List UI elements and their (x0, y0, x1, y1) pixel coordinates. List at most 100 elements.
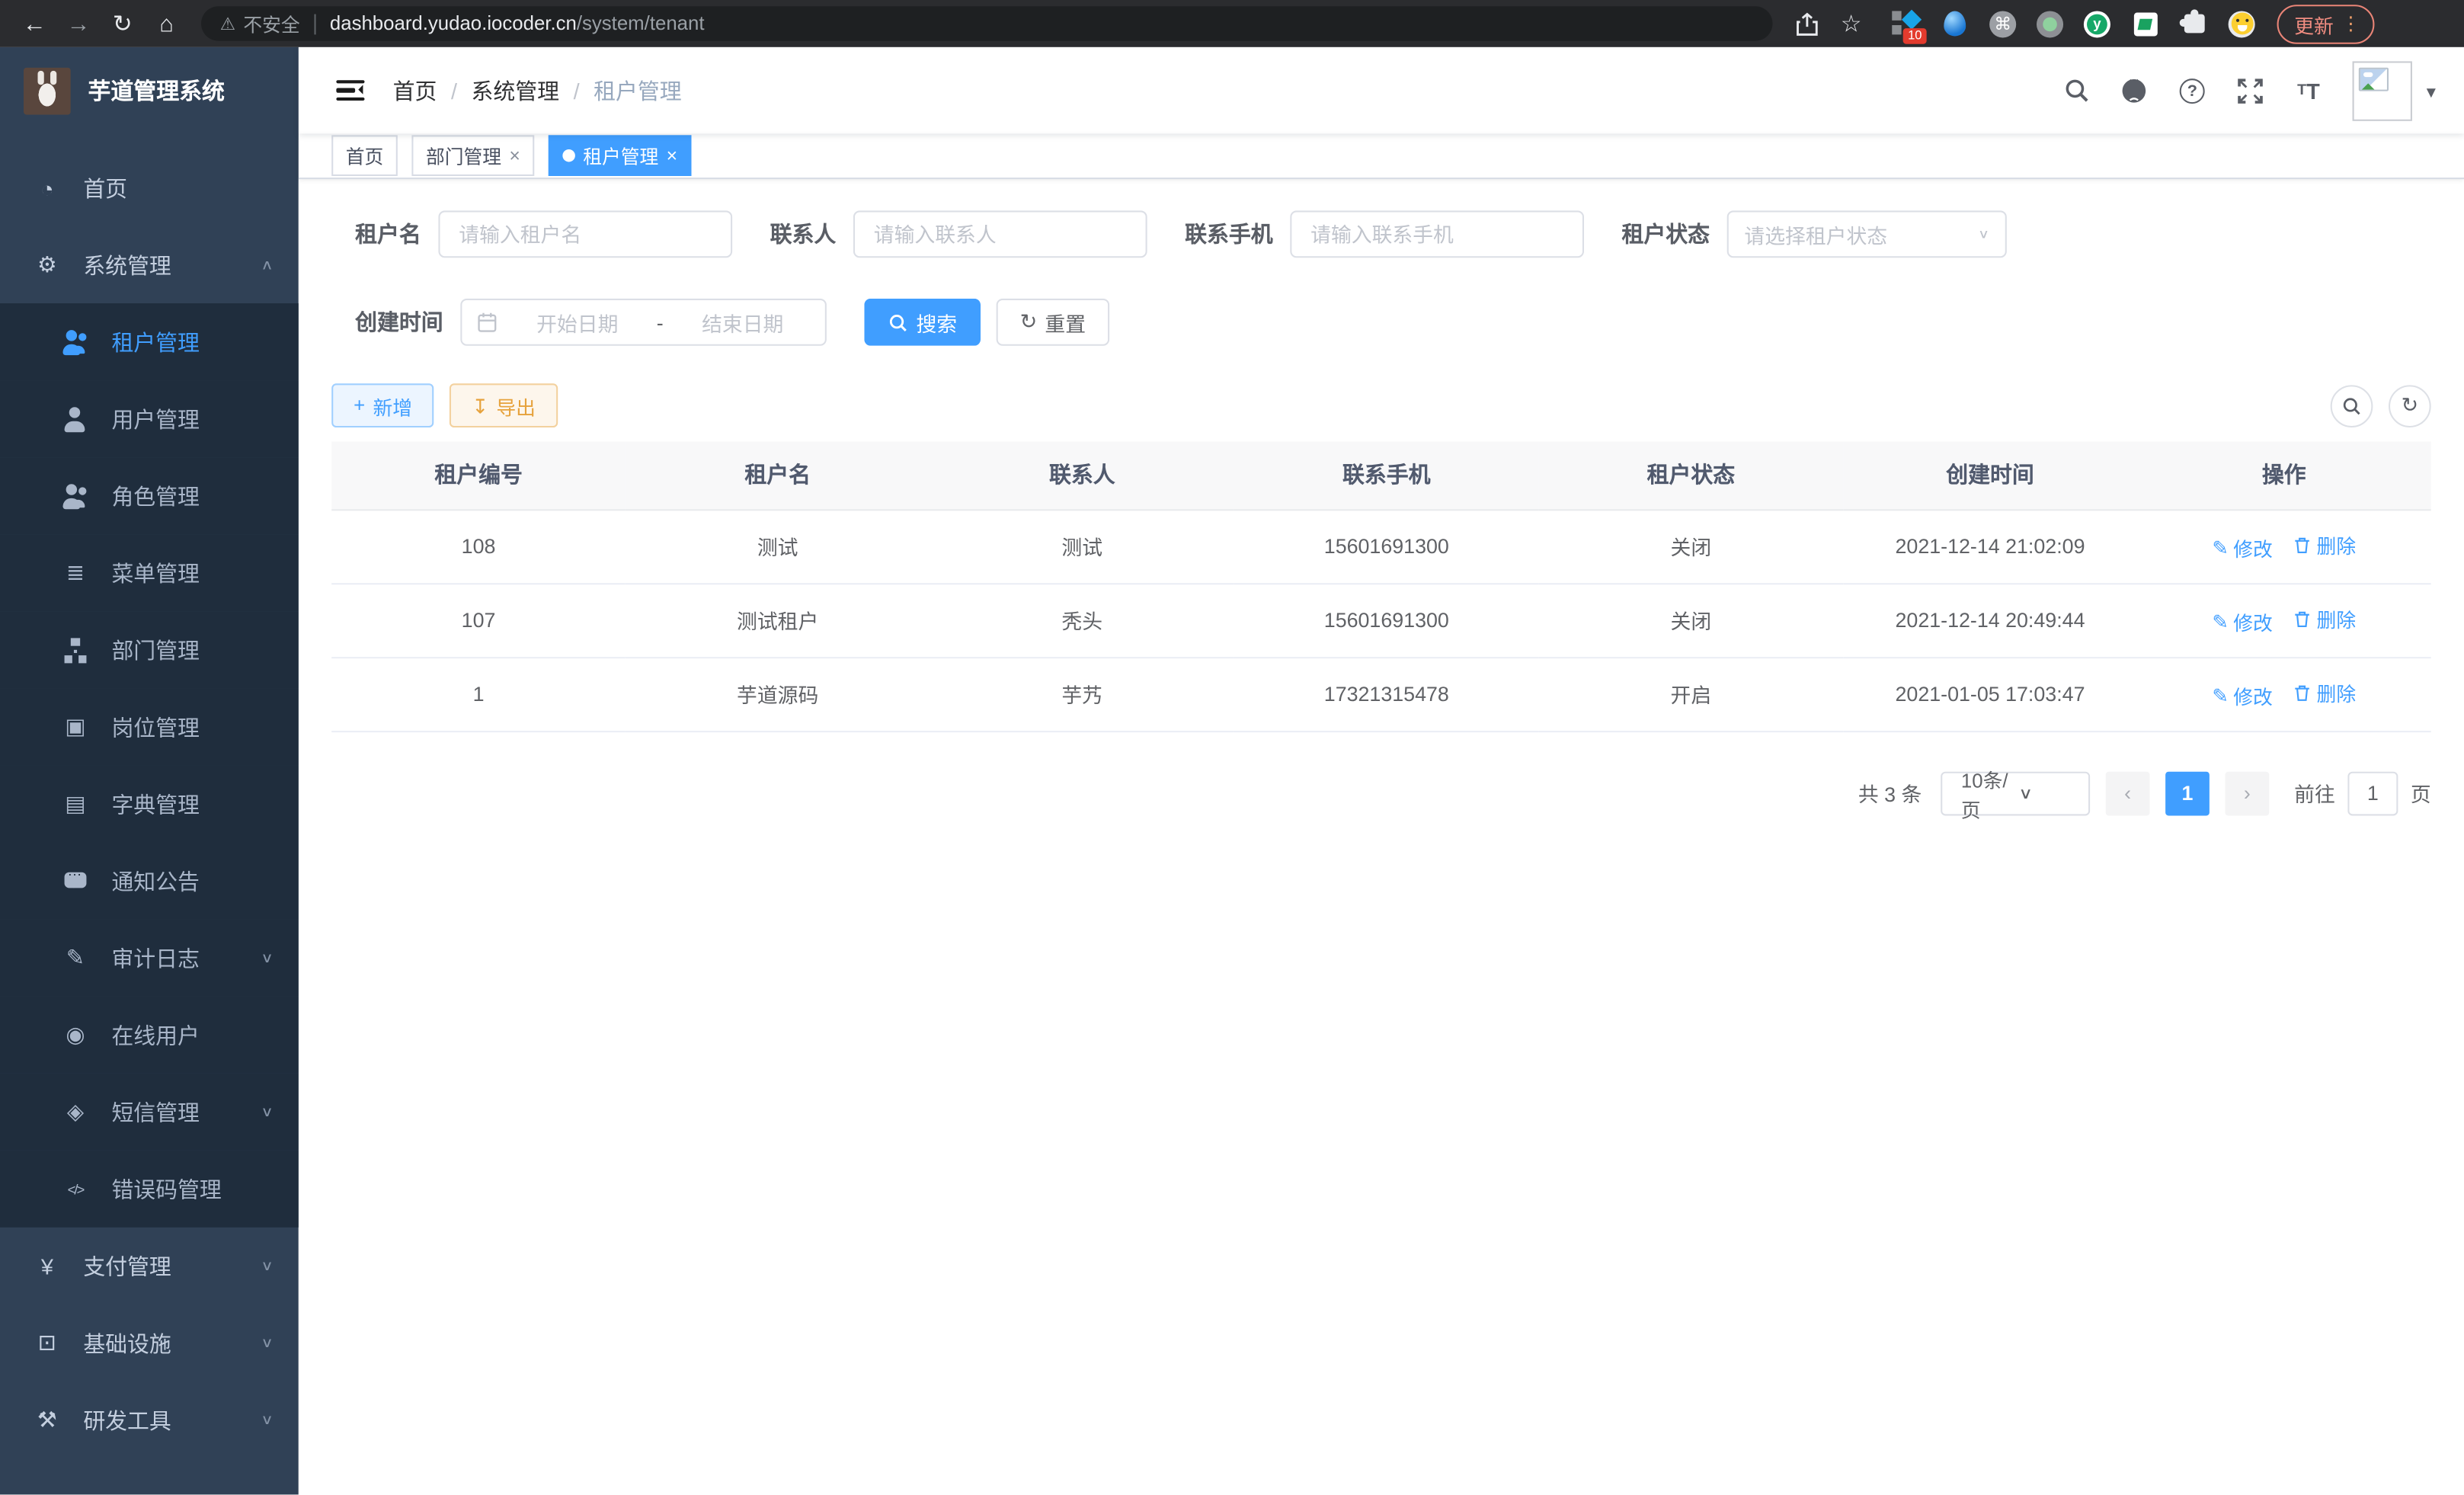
table-tools: ↻ (2331, 384, 2431, 427)
forward-icon[interactable]: → (59, 5, 98, 43)
add-button[interactable]: + 新增 (331, 383, 434, 427)
breadcrumb-separator: / (574, 78, 580, 103)
page-1-button[interactable]: 1 (2165, 771, 2210, 815)
delete-link[interactable]: 删除 (2293, 604, 2357, 634)
reset-button-label: 重置 (1045, 307, 1086, 337)
extensions-puzzle-icon[interactable] (2180, 9, 2208, 37)
profile-avatar-icon[interactable] (2229, 10, 2255, 37)
github-icon[interactable] (2120, 76, 2149, 104)
sidebar-item[interactable]: ≣菜单管理 (0, 534, 299, 611)
close-icon[interactable]: × (667, 146, 677, 165)
edit-link[interactable]: ✎修改 (2212, 607, 2272, 636)
share-icon[interactable] (1788, 5, 1826, 43)
sidebar-item[interactable]: ◈短信管理∨ (0, 1074, 299, 1151)
extension-chat-icon[interactable] (2131, 9, 2159, 37)
table-cell: 17321315478 (1234, 657, 1539, 731)
reload-icon[interactable]: ↻ (104, 5, 142, 43)
breadcrumb-item[interactable]: 系统管理 (472, 75, 560, 106)
column-header: 创建时间 (1843, 442, 2137, 510)
page-size-select[interactable]: 10条/页 ∨ (1941, 771, 2090, 815)
page-content: 租户名 联系人 联系手机 租户状态 (299, 179, 2464, 1494)
sidebar-item[interactable]: ✎审计日志∨ (0, 920, 299, 997)
fullscreen-icon[interactable] (2236, 76, 2264, 104)
address-bar[interactable]: ⚠ 不安全 dashboard.yudao.iocoder.cn /system… (201, 6, 1773, 40)
view-tab[interactable]: 租户管理× (549, 135, 692, 176)
sidebar-item[interactable]: ▤字典管理 (0, 765, 299, 842)
edit-link[interactable]: ✎修改 (2212, 680, 2272, 710)
delete-icon (2293, 536, 2312, 555)
delete-link[interactable]: 删除 (2293, 530, 2357, 560)
date-range-picker[interactable]: 开始日期 - 结束日期 (460, 299, 827, 346)
reset-button[interactable]: ↻ 重置 (997, 299, 1109, 346)
goto-page-input[interactable] (2347, 771, 2398, 815)
sidebar-toggle-icon[interactable] (336, 79, 364, 101)
sidebar-item[interactable]: 通知公告 (0, 843, 299, 920)
status-select[interactable]: 请选择租户状态 ∨ (1727, 210, 2007, 258)
prev-page-button[interactable]: ‹ (2106, 771, 2150, 815)
contact-input[interactable] (853, 210, 1147, 258)
kebab-menu-icon[interactable]: ⋮ (2341, 13, 2360, 35)
sidebar-item-label: 研发工具 (83, 1404, 171, 1436)
font-size-icon[interactable]: TT (2294, 76, 2322, 104)
infra-icon: ⊡ (34, 1330, 59, 1356)
view-tab[interactable]: 首页 (331, 135, 398, 176)
tags-bar: 首页部门管理× 租户管理× (299, 133, 2464, 179)
sidebar-item[interactable]: 用户管理 (0, 380, 299, 457)
next-page-button[interactable]: › (2225, 771, 2269, 815)
avatar-caret-icon[interactable]: ▼ (2424, 84, 2439, 101)
sidebar-item[interactable]: ▣岗位管理 (0, 688, 299, 765)
sidebar-item[interactable]: ⚒研发工具∨ (0, 1381, 299, 1458)
sidebar-item[interactable]: ¥支付管理∨ (0, 1228, 299, 1305)
back-icon[interactable]: ← (16, 5, 54, 43)
sidebar-item-label: 岗位管理 (111, 711, 200, 742)
home-icon[interactable]: ⌂ (148, 5, 186, 43)
table-cell: 芋道源码 (626, 657, 930, 731)
edit-link[interactable]: ✎修改 (2212, 533, 2272, 562)
column-header: 租户名 (626, 442, 930, 510)
browser-update-button[interactable]: 更新 ⋮ (2277, 4, 2375, 43)
view-tab[interactable]: 部门管理× (411, 135, 534, 176)
extension-record-icon[interactable] (2037, 10, 2063, 37)
extension-diamond-icon[interactable]: 10 (1892, 9, 1920, 37)
date-end-placeholder: 结束日期 (674, 307, 811, 337)
delete-link[interactable]: 删除 (2293, 677, 2357, 707)
table-row: 108测试测试15601691300关闭2021-12-14 21:02:09✎… (331, 509, 2431, 583)
export-button[interactable]: ↧ 导出 (450, 383, 558, 427)
sidebar-item-label: 菜单管理 (111, 557, 200, 588)
breadcrumb-item[interactable]: 首页 (393, 75, 437, 106)
pagination: 共 3 条 10条/页 ∨ ‹ 1 › 前往 页 (331, 771, 2431, 815)
mobile-input[interactable] (1290, 210, 1584, 258)
sidebar-item[interactable]: </>错误码管理 (0, 1151, 299, 1228)
date-separator: - (657, 310, 664, 334)
date-start-placeholder: 开始日期 (509, 307, 645, 337)
logo-row[interactable]: 芋道管理系统 (0, 47, 299, 133)
sidebar-item[interactable]: ⚙系统管理∧ (0, 226, 299, 303)
chevron-down-icon: ∨ (261, 1258, 274, 1274)
table-cell: 秃头 (930, 583, 1234, 657)
sidebar-item[interactable]: 部门管理 (0, 611, 299, 688)
avatar[interactable] (2353, 60, 2412, 120)
refresh-table-button[interactable]: ↻ (2389, 384, 2431, 427)
devtools-icon: ⚒ (34, 1407, 59, 1433)
help-icon[interactable]: ? (2178, 76, 2206, 104)
plus-icon: + (354, 395, 365, 417)
status-label: 租户状态 (1622, 219, 1710, 250)
toggle-search-button[interactable] (2331, 384, 2373, 427)
sidebar-item[interactable]: 角色管理 (0, 457, 299, 534)
search-icon[interactable] (2062, 76, 2090, 104)
tenant-name-input[interactable] (438, 210, 732, 258)
sidebar-item[interactable]: ◔首页 (0, 149, 299, 226)
status-select-placeholder: 请选择租户状态 (1744, 219, 1978, 249)
sidebar-item[interactable]: ◉在线用户 (0, 997, 299, 1074)
bookmark-star-icon[interactable]: ☆ (1832, 5, 1870, 43)
close-icon[interactable]: × (509, 146, 520, 165)
breadcrumb-separator: / (451, 78, 457, 103)
sidebar-item[interactable]: ⊡基础设施∨ (0, 1305, 299, 1381)
search-button[interactable]: 搜索 (864, 299, 981, 346)
extension-balloon-icon[interactable] (1941, 9, 1969, 37)
edit-icon: ✎ (2212, 536, 2229, 559)
extension-command-icon[interactable]: ⌘ (1989, 10, 2016, 37)
sidebar-item[interactable]: 租户管理 (0, 303, 299, 380)
url-divider (314, 14, 315, 34)
extension-y-icon[interactable]: y (2084, 10, 2110, 37)
